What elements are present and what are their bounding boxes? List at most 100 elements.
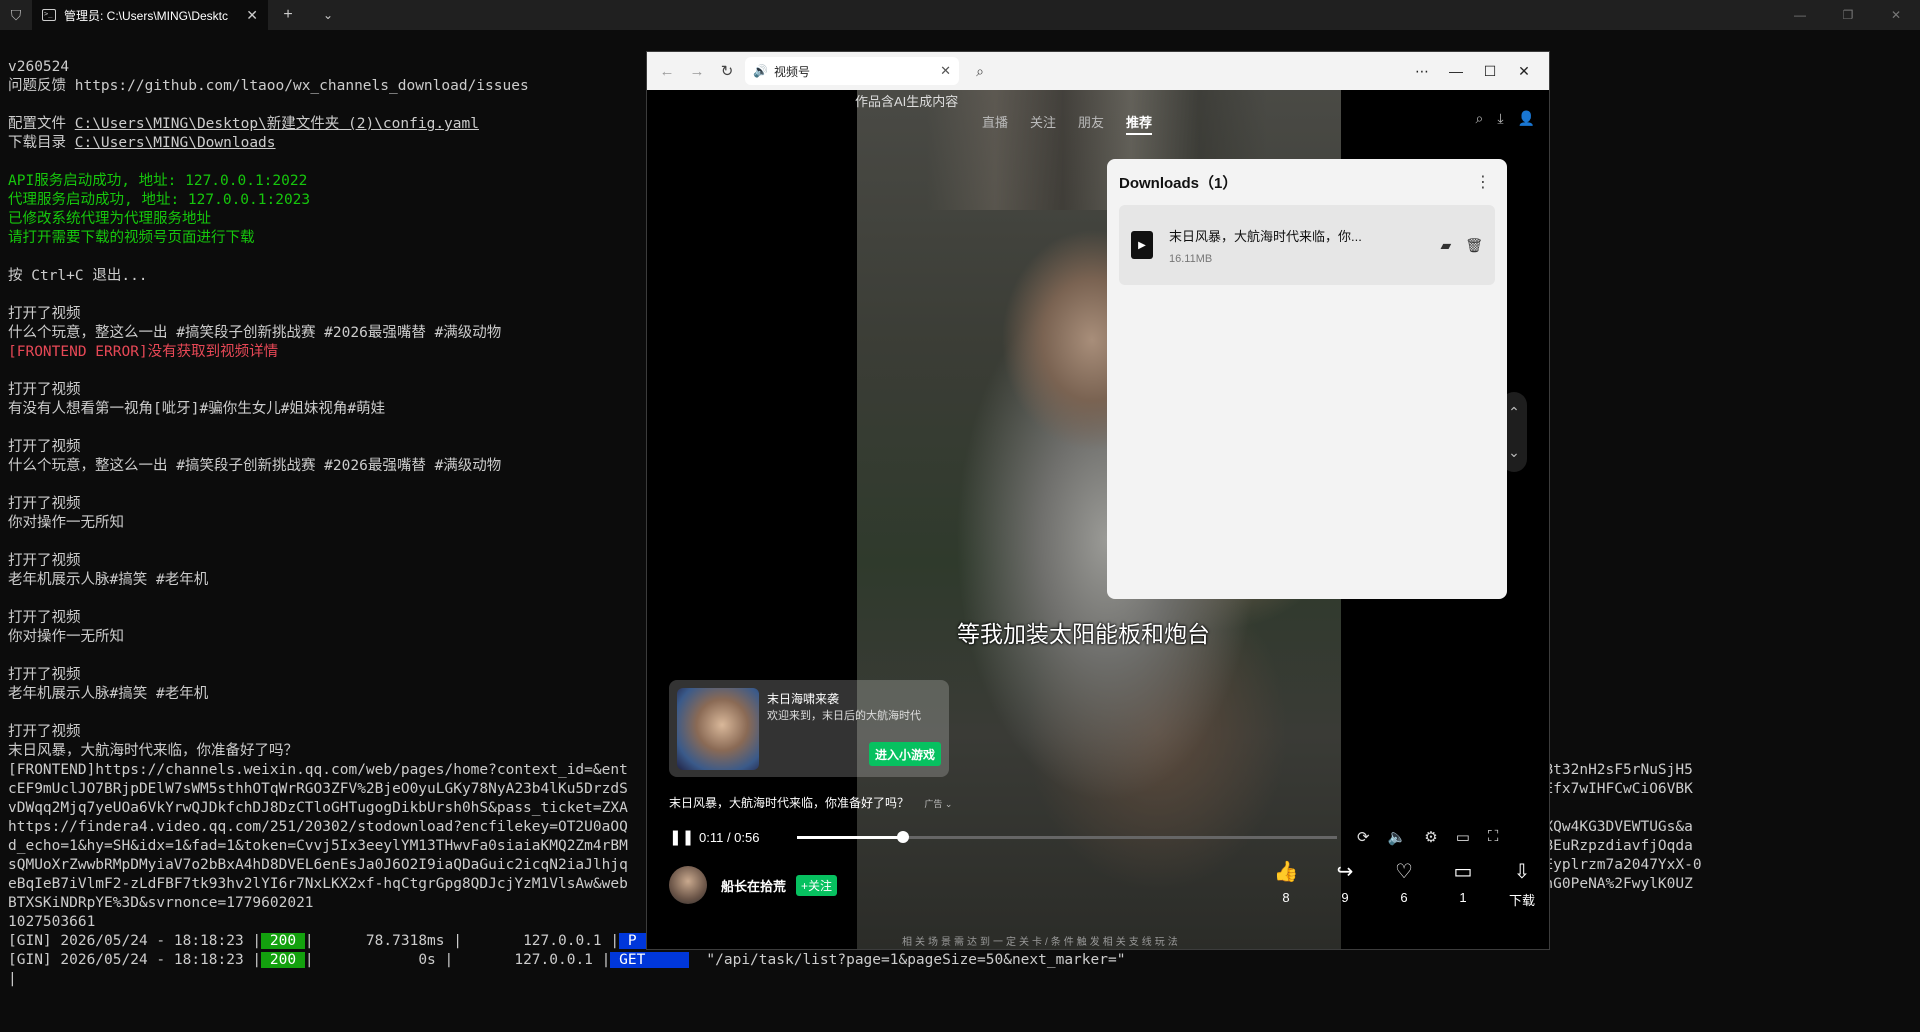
forward-button[interactable]: →	[685, 59, 709, 83]
user-icon[interactable]: 👤	[1518, 110, 1535, 127]
shield-icon: ⛉	[10, 6, 22, 23]
gin-path: "/api/task/list?page=1&pageSize=50&next_…	[688, 952, 1126, 968]
back-button[interactable]: ←	[655, 59, 679, 83]
browser-tab-title: 视频号	[773, 64, 810, 79]
volume-icon[interactable]: 🔈	[1388, 828, 1407, 846]
chevron-up-icon[interactable]: ⌃	[1508, 404, 1520, 421]
enter-game-button[interactable]: 进入小游戏	[869, 742, 941, 766]
avatar[interactable]	[669, 866, 707, 904]
pause-icon[interactable]: ❚❚	[669, 828, 699, 846]
action-count: 9	[1341, 890, 1349, 905]
video-subtitle: 等我加装太阳能板和炮台	[957, 621, 1210, 647]
tab-recommended[interactable]: 推荐	[1126, 112, 1153, 135]
more-vertical-icon[interactable]: ⋮	[1473, 172, 1493, 192]
terminal-titlebar: ⛉ >_ 管理员: C:\Users\MING\Desktc ✕ + ⌄ — ❐…	[0, 0, 1920, 30]
terminal-line-label: 下载目录	[8, 135, 75, 151]
heart-button[interactable]: ♡ 6	[1388, 860, 1420, 909]
tab-following[interactable]: 关注	[1030, 112, 1056, 135]
action-count: 1	[1459, 890, 1467, 905]
bottom-note: 相关场景需达到一定关卡/条件触发相关支线玩法	[902, 937, 1181, 948]
terminal-path-link[interactable]: C:\Users\MING\Downloads	[75, 135, 276, 151]
author-name[interactable]: 船长在拾荒	[721, 876, 786, 895]
gin-prefix: [GIN] 2026/05/24 - 18:18:23 |	[8, 933, 262, 949]
close-window-button[interactable]: ✕	[1872, 0, 1920, 30]
terminal-tab[interactable]: >_ 管理员: C:\Users\MING\Desktc ✕	[32, 0, 268, 30]
seek-handle[interactable]	[897, 830, 910, 843]
download-icon: ⇩	[1513, 861, 1531, 883]
close-window-button[interactable]: ✕	[1507, 57, 1541, 85]
seek-bar[interactable]	[797, 830, 1337, 843]
ad-card[interactable]: 末日海啸来袭 欢迎来到，末日后的大航海时代 进入小游戏	[669, 680, 949, 777]
downloads-header: Downloads（1） ⋮	[1107, 159, 1507, 205]
comment-icon: ▭	[1453, 861, 1473, 883]
search-icon[interactable]: ⌕	[1476, 110, 1484, 127]
action-count: 6	[1400, 890, 1408, 905]
download-item[interactable]: ▶ 末日风暴，大航海时代来临，你... 16.11MB ▰ 🗑	[1119, 205, 1495, 285]
ai-notice: 作品含AI生成内容	[855, 94, 959, 109]
download-info: 末日风暴，大航海时代来临，你... 16.11MB	[1169, 226, 1424, 265]
more-icon[interactable]: ⋯	[1405, 57, 1439, 85]
downloads-title: Downloads（1）	[1119, 174, 1238, 192]
thumb-up-icon: 👍	[1273, 861, 1299, 883]
browser-toolbar: ← → ↻ 🔊 视频号 ✕ ⌕ ⋯ — ☐ ✕	[647, 52, 1549, 90]
speaker-icon: 🔊	[753, 64, 768, 78]
top-icons: ⌕ ⤓ 👤	[1476, 110, 1535, 127]
download-size: 16.11MB	[1169, 252, 1213, 265]
heart-icon: ♡	[1395, 861, 1413, 883]
thumb-up-button[interactable]: 👍 8	[1270, 860, 1302, 909]
playback-time: 0:11 / 0:56	[699, 829, 760, 845]
reload-button[interactable]: ↻	[715, 59, 739, 83]
downloads-panel: Downloads（1） ⋮ ▶ 末日风暴，大航海时代来临，你... 16.11…	[1107, 159, 1507, 599]
method-badge: GET	[610, 952, 689, 968]
close-icon[interactable]: ✕	[940, 63, 951, 79]
action-count: 8	[1282, 890, 1290, 905]
comment-button[interactable]: ▭ 1	[1447, 860, 1479, 909]
terminal-line-label: 配置文件	[8, 116, 75, 132]
close-icon[interactable]: ✕	[246, 7, 258, 24]
ad-title: 末日海啸来袭	[767, 692, 840, 706]
trash-icon[interactable]: 🗑	[1465, 237, 1483, 254]
terminal-icon: >_	[42, 9, 56, 21]
maximize-button[interactable]: ☐	[1473, 57, 1507, 85]
minimize-button[interactable]: —	[1776, 0, 1824, 30]
video-file-icon: ▶	[1131, 231, 1153, 259]
minimize-button[interactable]: —	[1439, 57, 1473, 85]
tab-live[interactable]: 直播	[982, 112, 1008, 135]
terminal-cursor: |	[8, 971, 17, 987]
tab-strip[interactable]: 🔊 视频号 ✕	[745, 57, 959, 85]
feed-tabs: 直播 关注 朋友 推荐	[982, 112, 1153, 135]
tab-friends[interactable]: 朋友	[1078, 112, 1104, 135]
folder-icon[interactable]: ▰	[1440, 237, 1451, 254]
ad-thumbnail	[677, 688, 759, 770]
gin-log-line: [GIN] 2026/05/24 - 18:18:23 | 200 | 0s |…	[8, 951, 1920, 970]
share-icon: ↪	[1336, 861, 1354, 883]
download-button[interactable]: ⇩ 下载	[1506, 860, 1538, 909]
terminal-path-link[interactable]: C:\Users\MING\Desktop\新建文件夹 (2)\config.y…	[75, 116, 479, 132]
player-controls: ❚❚ 0:11 / 0:56 ⟳ 🔈 ⚙ ▭ ⛶	[669, 822, 1535, 852]
chevron-down-icon[interactable]: ⌄	[1508, 444, 1520, 461]
chevron-down-icon[interactable]: ⌄	[308, 0, 348, 30]
action-count: 下载	[1508, 893, 1535, 908]
window-controls: — ❐ ✕	[1776, 0, 1920, 30]
ad-tag[interactable]: 广告 ⌄	[924, 799, 952, 809]
browser-window: ← → ↻ 🔊 视频号 ✕ ⌕ ⋯ — ☐ ✕ 作品含AI生成内容 直播 关注 …	[646, 51, 1550, 950]
picture-in-picture-icon[interactable]: ▭	[1456, 828, 1470, 846]
ad-description: 欢迎来到，末日后的大航海时代	[767, 710, 921, 722]
share-button[interactable]: ↪ 9	[1329, 860, 1361, 909]
download-icon[interactable]: ⤓	[1497, 110, 1503, 127]
gin-latency: | 78.7318ms | 127.0.0.1 |	[304, 933, 620, 949]
status-badge: 200	[261, 933, 305, 949]
search-icon[interactable]: ⌕	[965, 57, 995, 85]
seek-progress	[797, 835, 904, 839]
settings-icon[interactable]: ⚙	[1424, 828, 1437, 846]
speed-icon[interactable]: ⟳	[1357, 828, 1370, 846]
player-icons: ⟳ 🔈 ⚙ ▭ ⛶	[1357, 828, 1498, 846]
fullscreen-icon[interactable]: ⛶	[1488, 828, 1499, 846]
terminal-tab-title: 管理员: C:\Users\MING\Desktc	[64, 8, 229, 23]
browser-window-controls: ⋯ — ☐ ✕	[1405, 57, 1541, 85]
gin-latency: | 0s | 127.0.0.1 |	[304, 952, 611, 968]
ad-caption: 末日风暴，大航海时代来临，你准备好了吗？ 广告 ⌄	[669, 794, 952, 811]
restore-button[interactable]: ❐	[1824, 0, 1872, 30]
follow-button[interactable]: +关注	[796, 874, 838, 896]
new-tab-button[interactable]: +	[268, 0, 308, 30]
